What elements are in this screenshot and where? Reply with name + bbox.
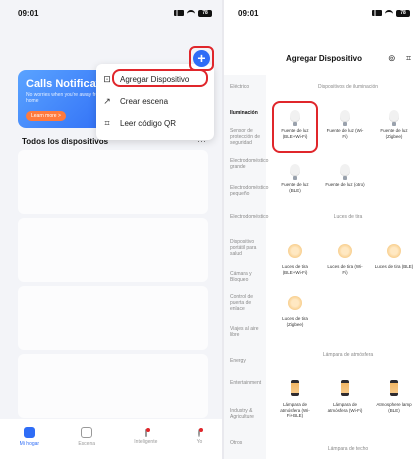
atmosphere-lamp-icon — [341, 380, 349, 396]
tab-scene[interactable]: Escena — [78, 427, 95, 447]
category-item[interactable]: Electrodoméstico pequeño — [230, 185, 268, 197]
bottom-tab-bar: Mi hogar Escena Inteligente Yo — [0, 419, 222, 459]
status-time: 09:01 — [18, 8, 39, 18]
section-title-lighting: Dispositivos de iluminación — [317, 84, 379, 90]
device-item[interactable]: Fuente de luz (BLE) — [275, 164, 315, 193]
status-bar: 09:01 78 — [0, 0, 222, 26]
section-title-atmosphere-lamp: Lámpara de atmósfera — [322, 352, 374, 358]
page-header: Agregar Dispositivo ⊚ ⌗ — [224, 48, 414, 68]
device-item[interactable]: Luces de tira (Zigbee) — [275, 296, 315, 327]
signal-icon — [174, 10, 184, 16]
bulb-icon — [290, 164, 300, 180]
category-item-active[interactable]: Iluminación — [230, 110, 264, 116]
menu-item-create-scene[interactable]: ↗ Crear escena — [102, 90, 208, 112]
tab-smart[interactable]: Inteligente — [134, 427, 157, 445]
bulb-icon — [340, 164, 350, 180]
add-device-screen: 09:01 78 Agregar Dispositivo ⊚ ⌗ Eléctri… — [224, 0, 414, 459]
wifi-icon — [385, 10, 393, 16]
scan-icon[interactable]: ⌗ — [406, 53, 411, 64]
page-title: Agregar Dispositivo — [286, 53, 363, 63]
device-item[interactable]: Fuente de luz (otro) — [325, 164, 365, 188]
device-item[interactable]: Fuente de luz (Zigbee) — [374, 110, 414, 139]
device-item[interactable]: Luces de tira (BLE+Wi-Fi) — [275, 244, 315, 275]
category-item[interactable]: Electrodoméstico — [230, 214, 268, 220]
light-strip-icon — [338, 244, 352, 258]
home-icon — [23, 427, 35, 438]
signal-icon — [372, 10, 382, 16]
device-item[interactable]: Fuente de luz (Wi-Fi) — [325, 110, 365, 139]
search-icon[interactable]: ⊚ — [388, 53, 396, 64]
category-item[interactable]: Electrodoméstico grande — [230, 158, 268, 170]
notification-dot — [199, 427, 204, 432]
highlight-box-plus — [189, 46, 214, 71]
qr-scan-icon: ⌗ — [104, 118, 110, 128]
bulb-icon — [340, 110, 350, 126]
bulb-icon — [389, 110, 399, 126]
device-item[interactable]: Atmosphere lamp (BLE) — [374, 380, 414, 413]
status-time: 09:01 — [238, 8, 259, 18]
battery-icon: 78 — [396, 9, 410, 17]
device-item[interactable]: Luces de tira (Wi-Fi) — [325, 244, 365, 275]
tab-me[interactable]: Yo — [197, 427, 204, 445]
device-card-placeholder — [18, 286, 208, 350]
wifi-icon — [187, 10, 195, 16]
screenshot: 09:01 78 Calls Notificat No worries when… — [0, 0, 414, 459]
scene-edit-icon: ↗ — [103, 96, 111, 106]
device-item[interactable]: Lámpara de atmósfera (Wi-Fi) — [325, 380, 365, 413]
light-strip-icon — [288, 296, 302, 310]
notification-dot — [145, 427, 150, 432]
device-card-placeholder — [18, 218, 208, 282]
device-item[interactable]: Lámpara de atmósfera (Wi-Fi+BLE) — [275, 380, 315, 419]
category-item[interactable]: Energy — [230, 358, 264, 364]
device-list — [18, 150, 208, 418]
category-item[interactable]: Viajes al aire libre — [230, 326, 264, 338]
section-title-ceiling-lamp: Lámpara de techo — [327, 446, 369, 452]
menu-item-scan-qr[interactable]: ⌗ Leer código QR — [102, 112, 208, 134]
device-item[interactable]: Luces de tira (BLE) — [374, 244, 414, 270]
category-item[interactable]: Otros — [230, 440, 264, 446]
category-item[interactable]: Eléctrico — [230, 84, 264, 90]
device-card-placeholder — [18, 354, 208, 418]
scene-icon — [81, 427, 93, 438]
all-devices-title: Todos los dispositivos — [22, 137, 109, 146]
category-item[interactable]: Sensor de protección de seguridad — [230, 128, 264, 146]
banner-learn-more-button[interactable]: Learn more > — [26, 111, 66, 121]
category-item[interactable]: Dispositivo portátil para salud — [230, 239, 264, 257]
section-title-strip-lights: Luces de tira — [333, 214, 363, 220]
category-item[interactable]: Entertainment — [230, 380, 264, 386]
atmosphere-lamp-icon — [390, 380, 398, 396]
battery-icon: 78 — [198, 9, 212, 17]
highlight-box-selected-device — [272, 101, 318, 153]
category-item[interactable]: Industry & Agriculture — [230, 408, 264, 420]
category-item[interactable]: Cámara y Bloqueo — [230, 271, 264, 283]
home-screen: 09:01 78 Calls Notificat No worries when… — [0, 0, 222, 459]
status-bar: 09:01 78 — [224, 0, 414, 26]
light-strip-icon — [387, 244, 401, 258]
category-item[interactable]: Control de puerta de enlace — [230, 294, 264, 312]
tab-home[interactable]: Mi hogar — [20, 427, 39, 447]
highlight-box-add-device — [112, 69, 208, 87]
atmosphere-lamp-icon — [291, 380, 299, 396]
device-add-icon: ⊡ — [103, 74, 111, 84]
device-card-placeholder — [18, 150, 208, 214]
light-strip-icon — [288, 244, 302, 258]
